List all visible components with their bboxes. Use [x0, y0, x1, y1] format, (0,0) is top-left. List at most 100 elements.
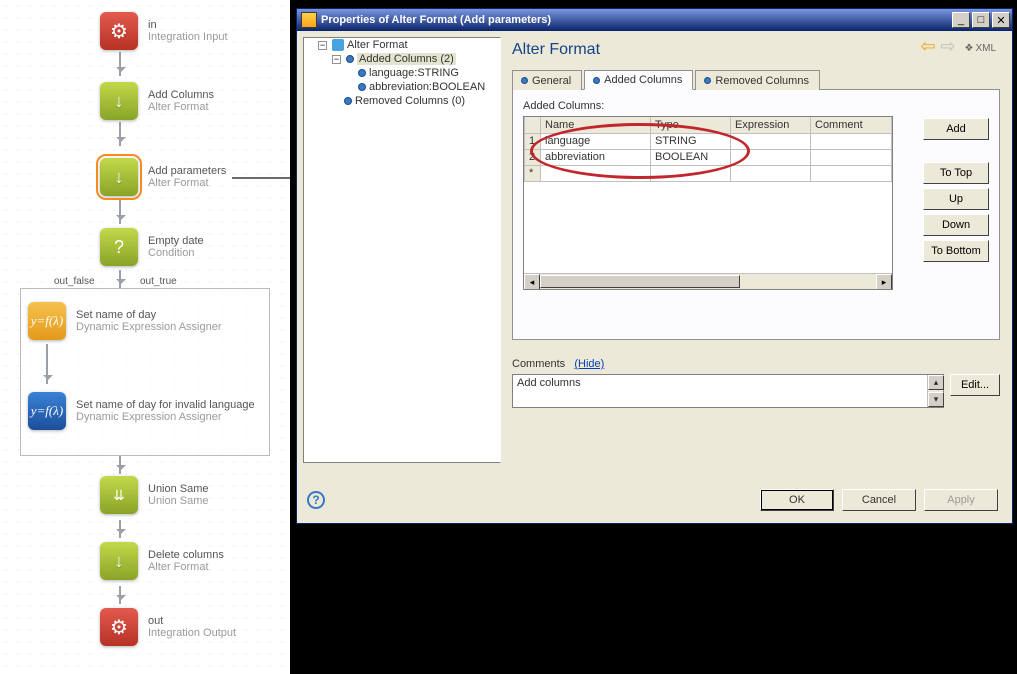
port-out-false: out_false — [54, 276, 95, 287]
tab-bar: General Added Columns Removed Columns — [512, 69, 1000, 90]
up-button[interactable]: Up — [923, 188, 989, 210]
dialog-button-bar: OK Cancel Apply — [760, 489, 998, 511]
port-out-true: out_true — [140, 276, 177, 287]
edit-comments-button[interactable]: Edit... — [950, 374, 1000, 396]
scroll-up-icon[interactable]: ▴ — [928, 375, 944, 390]
cell-comment[interactable] — [811, 149, 892, 165]
vertical-scrollbar[interactable]: ▴ ▾ — [927, 375, 943, 407]
column-header-name[interactable]: Name — [541, 117, 651, 133]
flow-node-out[interactable]: ⚙ out Integration Output — [100, 608, 236, 646]
dialog-title: Properties of Alter Format (Add paramete… — [321, 14, 950, 26]
tree-column-item[interactable]: language:STRING — [346, 66, 500, 80]
comments-textarea[interactable]: Add columns ▴ ▾ — [512, 374, 944, 408]
cell-name[interactable]: language — [541, 133, 651, 149]
scroll-down-icon[interactable]: ▾ — [928, 392, 944, 407]
flow-node-add-columns[interactable]: Add Columns Alter Format — [100, 82, 214, 120]
apply-button[interactable]: Apply — [924, 489, 998, 511]
flow-node-union-same[interactable]: ⇊ Union Same Union Same — [100, 476, 209, 514]
bullet-icon — [593, 77, 600, 84]
comments-label: Comments — [512, 358, 565, 370]
node-title: Set name of day — [76, 309, 222, 321]
scroll-right-icon[interactable]: ▸ — [876, 274, 892, 290]
tree-removed-columns[interactable]: Removed Columns (0) — [332, 94, 500, 108]
tree-label: Added Columns (2) — [357, 53, 456, 65]
node-subtitle: Integration Output — [148, 627, 236, 639]
tree-root[interactable]: − Alter Format — [318, 38, 500, 52]
flow-node-in[interactable]: ⚙ in Integration Input — [100, 12, 228, 50]
horizontal-scrollbar[interactable]: ◂ ▸ — [524, 273, 892, 289]
comments-section: Comments (Hide) Add columns ▴ ▾ Edit... — [512, 358, 1000, 408]
column-header-type[interactable]: Type — [651, 117, 731, 133]
tree-column-item[interactable]: abbreviation:BOOLEAN — [346, 80, 500, 94]
node-title: Set name of day for invalid language — [76, 399, 255, 411]
tree-panel[interactable]: − Alter Format − Added Columns (2) — [303, 37, 501, 463]
cell-expression[interactable] — [731, 149, 811, 165]
flow-node-delete-columns[interactable]: Delete columns Alter Format — [100, 542, 224, 580]
tab-label: Added Columns — [604, 74, 682, 86]
minimize-button[interactable]: _ — [952, 12, 970, 28]
scroll-thumb[interactable] — [540, 275, 740, 288]
node-title: Add parameters — [148, 165, 226, 177]
dialog-titlebar[interactable]: Properties of Alter Format (Add paramete… — [297, 9, 1012, 31]
cell-type[interactable]: STRING — [651, 133, 731, 149]
nav-back-icon[interactable]: ⇦ — [920, 41, 938, 55]
flow-node-set-name-of-day[interactable]: y=f(λ) Set name of day Dynamic Expressio… — [28, 302, 222, 340]
flow-node-empty-date[interactable]: ? Empty date Condition — [100, 228, 204, 266]
cell-comment[interactable] — [811, 133, 892, 149]
table-row[interactable]: 1 language STRING — [525, 133, 892, 149]
node-subtitle: Integration Input — [148, 31, 228, 43]
column-header-expression[interactable]: Expression — [731, 117, 811, 133]
cell-name[interactable]: abbreviation — [541, 149, 651, 165]
collapse-icon[interactable]: − — [332, 55, 341, 64]
node-title: out — [148, 615, 236, 627]
nav-forward-icon[interactable]: ⇨ — [940, 41, 958, 55]
cell-expression[interactable] — [731, 133, 811, 149]
bullet-icon — [358, 83, 366, 91]
close-button[interactable]: ✕ — [992, 12, 1010, 28]
to-top-button[interactable]: To Top — [923, 162, 989, 184]
tree-label: language:STRING — [369, 67, 459, 79]
maximize-button[interactable]: □ — [972, 12, 990, 28]
tab-general[interactable]: General — [512, 70, 582, 90]
cell-rownum: * — [525, 165, 541, 181]
properties-dialog: Properties of Alter Format (Add paramete… — [296, 8, 1013, 524]
xml-label: XML — [975, 43, 996, 54]
tab-removed-columns[interactable]: Removed Columns — [695, 70, 820, 90]
comments-hide-link[interactable]: (Hide) — [574, 358, 604, 370]
node-icon — [332, 39, 344, 51]
to-bottom-button[interactable]: To Bottom — [923, 240, 989, 262]
node-subtitle: Alter Format — [148, 177, 226, 189]
app-icon — [301, 12, 317, 28]
added-columns-grid[interactable]: Name Type Expression Comment 1 language … — [523, 116, 893, 290]
cancel-button[interactable]: Cancel — [842, 489, 916, 511]
flow-canvas[interactable]: ⚙ in Integration Input Add Columns Alter… — [0, 0, 290, 674]
tree-added-columns[interactable]: − Added Columns (2) — [332, 52, 500, 66]
bullet-icon — [358, 69, 366, 77]
expression-assigner-icon: y=f(λ) — [28, 392, 66, 430]
properties-area: Alter Format ⇦ ⇨ ❖ XML General A — [504, 31, 1012, 523]
bullet-icon — [704, 77, 711, 84]
node-subtitle: Alter Format — [148, 561, 224, 573]
flow-node-add-parameters[interactable]: Add parameters Alter Format — [100, 158, 226, 196]
alter-format-icon — [100, 158, 138, 196]
node-title: in — [148, 19, 228, 31]
tree-label: abbreviation:BOOLEAN — [369, 81, 485, 93]
cell-type[interactable]: BOOLEAN — [651, 149, 731, 165]
flow-node-set-name-of-day-invalid[interactable]: y=f(λ) Set name of day for invalid langu… — [28, 392, 255, 430]
down-button[interactable]: Down — [923, 214, 989, 236]
ok-button[interactable]: OK — [760, 489, 834, 511]
tab-added-columns[interactable]: Added Columns — [584, 70, 693, 90]
bullet-icon — [344, 97, 352, 105]
table-row[interactable]: 2 abbreviation BOOLEAN — [525, 149, 892, 165]
help-icon[interactable]: ? — [307, 491, 325, 509]
column-header-rownum[interactable] — [525, 117, 541, 133]
add-button[interactable]: Add — [923, 118, 989, 140]
scroll-left-icon[interactable]: ◂ — [524, 274, 540, 290]
comments-value: Add columns — [517, 377, 581, 389]
collapse-icon[interactable]: − — [318, 41, 327, 50]
column-header-comment[interactable]: Comment — [811, 117, 892, 133]
table-row-empty[interactable]: * — [525, 165, 892, 181]
node-title: Add Columns — [148, 89, 214, 101]
xml-button[interactable]: ❖ XML — [960, 43, 1000, 54]
integration-input-icon: ⚙ — [100, 12, 138, 50]
